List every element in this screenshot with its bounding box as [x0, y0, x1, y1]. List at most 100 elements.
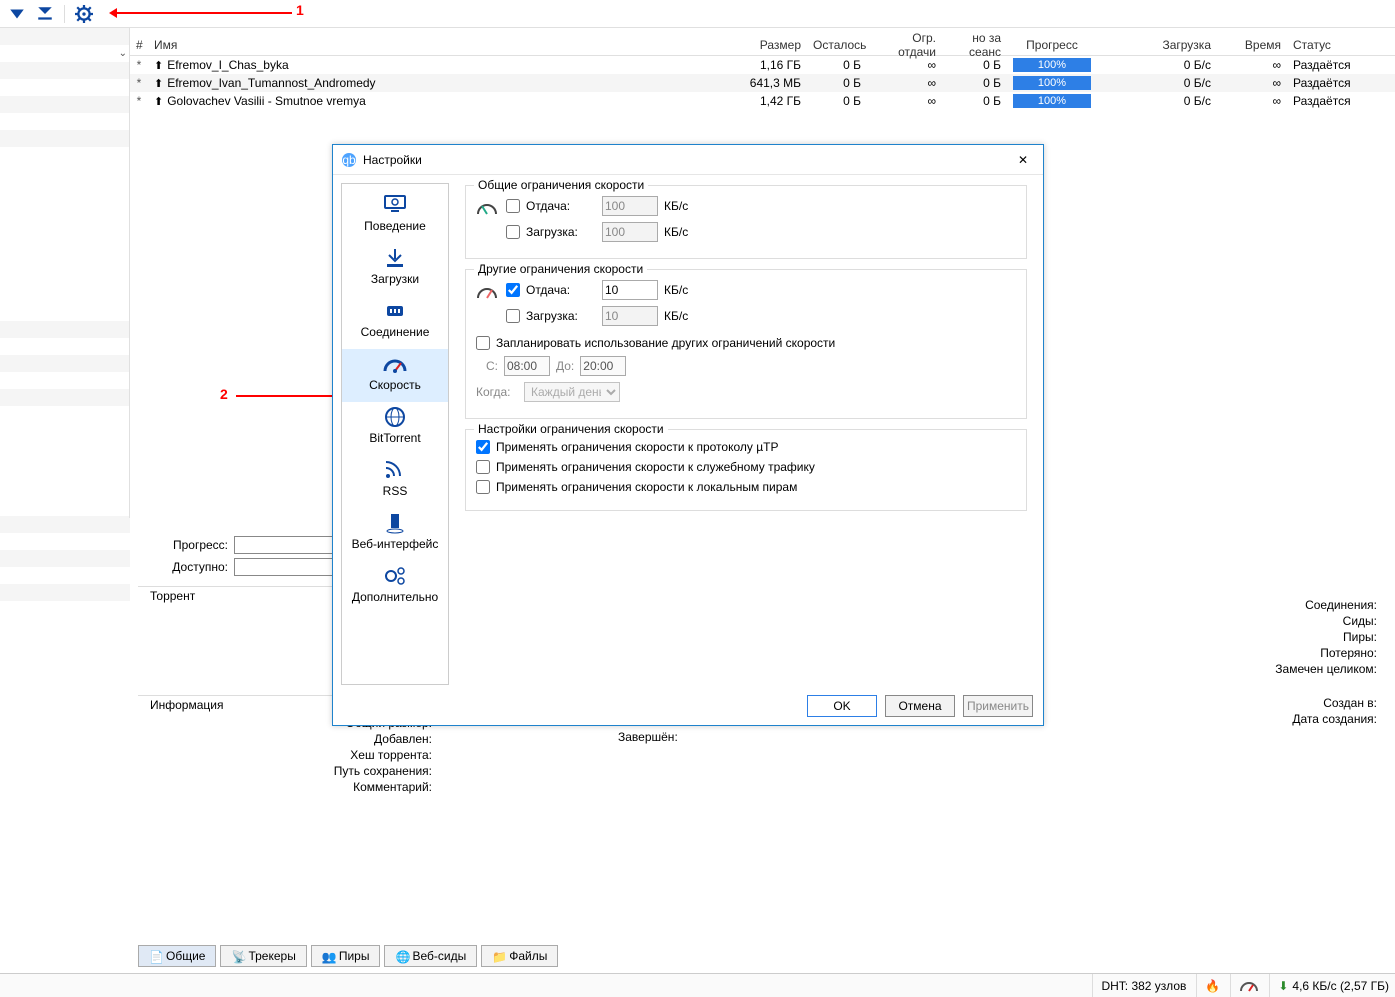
row-upload-limit: ∞ [867, 76, 942, 90]
dht-text: DHT: 382 узлов [1101, 979, 1186, 993]
dropdown-icon[interactable] [8, 5, 26, 23]
info-wasted: Потеряно: [1275, 646, 1383, 660]
row-download: 0 Б/с [1097, 76, 1217, 90]
dht-status[interactable]: DHT: 382 узлов [1092, 974, 1186, 997]
download-rate[interactable]: ⬇ 4,6 КБ/с (2,57 ГБ) [1269, 974, 1389, 997]
globe-icon [381, 406, 409, 428]
torrent-row[interactable]: *⬆Efremov_Ivan_Tumannost_Andromedy641,3 … [130, 74, 1395, 92]
nav-advanced[interactable]: Дополнительно [342, 561, 448, 614]
col-size[interactable]: Размер [739, 38, 807, 52]
tracker-icon: 📡 [231, 950, 243, 962]
cogs-icon [381, 565, 409, 587]
tab-content[interactable]: 📁Файлы [481, 945, 558, 967]
download-arrow-icon: ⬇ [1278, 979, 1288, 993]
tab-http-sources[interactable]: 🌐Веб-сиды [384, 945, 477, 967]
from-label: С: [476, 359, 498, 373]
global-download-checkbox[interactable] [506, 225, 520, 239]
torrent-list-header: # Имя Размер Осталось Огр. отдачи но за … [130, 34, 1395, 56]
row-time: ∞ [1217, 76, 1287, 90]
col-status[interactable]: Статус [1287, 38, 1377, 52]
nav-connection[interactable]: Соединение [342, 296, 448, 349]
settings-nav: Поведение Загрузки Соединение Скорость B… [341, 183, 449, 685]
nav-bittorrent[interactable]: BitTorrent [342, 402, 448, 455]
schedule-checkbox[interactable] [476, 336, 490, 350]
global-limits-legend: Общие ограничения скорости [474, 178, 648, 192]
alt-upload-input[interactable] [602, 280, 658, 300]
progress-label: Прогресс: [138, 538, 228, 552]
info-save-path: Путь сохранения: [138, 764, 438, 778]
row-download: 0 Б/с [1097, 58, 1217, 72]
col-hash[interactable]: # [130, 38, 148, 52]
network-icon [381, 300, 409, 322]
row-remain: 0 Б [807, 58, 867, 72]
from-time-input[interactable] [504, 356, 550, 376]
apply-lan-checkbox[interactable] [476, 480, 490, 494]
torrent-row[interactable]: *⬆Golovachev Vasilii - Smutnoe vremya1,4… [130, 92, 1395, 110]
annotation-label-1: 1 [296, 2, 304, 18]
alt-download-input[interactable] [602, 306, 658, 326]
unit-label: КБ/с [664, 199, 688, 213]
seeding-up-icon: ⬆ [154, 77, 163, 90]
dialog-titlebar[interactable]: qb Настройки ✕ [333, 145, 1043, 175]
col-progress[interactable]: Прогресс [1007, 38, 1097, 52]
col-name[interactable]: Имя [148, 38, 739, 52]
status-bar: DHT: 382 узлов 🔥 ⬇ 4,6 КБ/с (2,57 ГБ) [0, 973, 1395, 997]
speed-limits-icon[interactable] [1230, 974, 1259, 997]
nav-bittorrent-label: BitTorrent [369, 431, 420, 445]
gear-icon[interactable] [75, 5, 93, 23]
apply-utp-label: Применять ограничения скорости к протоко… [496, 440, 778, 454]
schedule-label: Запланировать использование других огран… [496, 336, 835, 350]
global-download-input[interactable] [602, 222, 658, 242]
alt-upload-checkbox[interactable] [506, 283, 520, 297]
ok-button[interactable]: OK [807, 695, 877, 717]
row-status: Раздаётся [1287, 94, 1377, 108]
nav-speed[interactable]: Скорость [342, 349, 448, 402]
tab-general-label: Общие [166, 949, 205, 963]
info-connections: Соединения: [1275, 598, 1383, 612]
row-upload-limit: ∞ [867, 58, 942, 72]
nav-webui[interactable]: Веб-интерфейс [342, 508, 448, 561]
dialog-title: Настройки [363, 153, 422, 167]
rss-icon [381, 459, 409, 481]
nav-downloads[interactable]: Загрузки [342, 243, 448, 296]
col-download[interactable]: Загрузка [1097, 38, 1217, 52]
firewall-status-icon[interactable]: 🔥 [1196, 974, 1220, 997]
nav-behavior[interactable]: Поведение [342, 190, 448, 243]
tab-peers[interactable]: 👥Пиры [311, 945, 381, 967]
col-time[interactable]: Время [1217, 38, 1287, 52]
col-remain[interactable]: Осталось [807, 38, 867, 52]
col-upload-limit[interactable]: Огр. отдачи [867, 31, 942, 59]
server-icon [381, 512, 409, 534]
to-time-input[interactable] [580, 356, 626, 376]
detail-tabs: 📄Общие 📡Трекеры 👥Пиры 🌐Веб-сиды 📁Файлы [138, 945, 558, 967]
dialog-button-bar: OK Отмена Применить [807, 695, 1033, 717]
row-size: 1,42 ГБ [739, 94, 807, 108]
row-name: ⬆Efremov_Ivan_Tumannost_Andromedy [148, 76, 739, 90]
col-session[interactable]: но за сеанс [942, 31, 1007, 59]
when-select[interactable]: Каждый день [524, 382, 620, 402]
info-added: Добавлен: [138, 732, 438, 746]
row-name: ⬆Efremov_I_Chas_byka [148, 58, 739, 72]
collapse-toggle-icon[interactable]: ⌄ [119, 48, 127, 59]
alt-download-checkbox[interactable] [506, 309, 520, 323]
row-remain: 0 Б [807, 94, 867, 108]
row-progress: 100% [1007, 94, 1097, 108]
tab-trackers[interactable]: 📡Трекеры [220, 945, 306, 967]
nav-rss[interactable]: RSS [342, 455, 448, 508]
nav-rss-label: RSS [383, 484, 408, 498]
torrent-row[interactable]: *⬆Efremov_I_Chas_byka1,16 ГБ0 Б∞0 Б100%0… [130, 56, 1395, 74]
upload-label: Отдача: [526, 199, 596, 213]
apply-overhead-checkbox[interactable] [476, 460, 490, 474]
row-name: ⬆Golovachev Vasilii - Smutnoe vremya [148, 94, 739, 108]
apply-button[interactable]: Применить [963, 695, 1033, 717]
global-upload-checkbox[interactable] [506, 199, 520, 213]
tab-general[interactable]: 📄Общие [138, 945, 216, 967]
cancel-button[interactable]: Отмена [885, 695, 955, 717]
close-button[interactable]: ✕ [1011, 148, 1035, 172]
download-all-icon[interactable] [36, 5, 54, 23]
alt-limits-group: Другие ограничения скорости Отдача: КБ/с… [465, 269, 1027, 419]
gauge-green-icon [476, 200, 498, 216]
download-label: Загрузка: [526, 309, 596, 323]
apply-utp-checkbox[interactable] [476, 440, 490, 454]
global-upload-input[interactable] [602, 196, 658, 216]
